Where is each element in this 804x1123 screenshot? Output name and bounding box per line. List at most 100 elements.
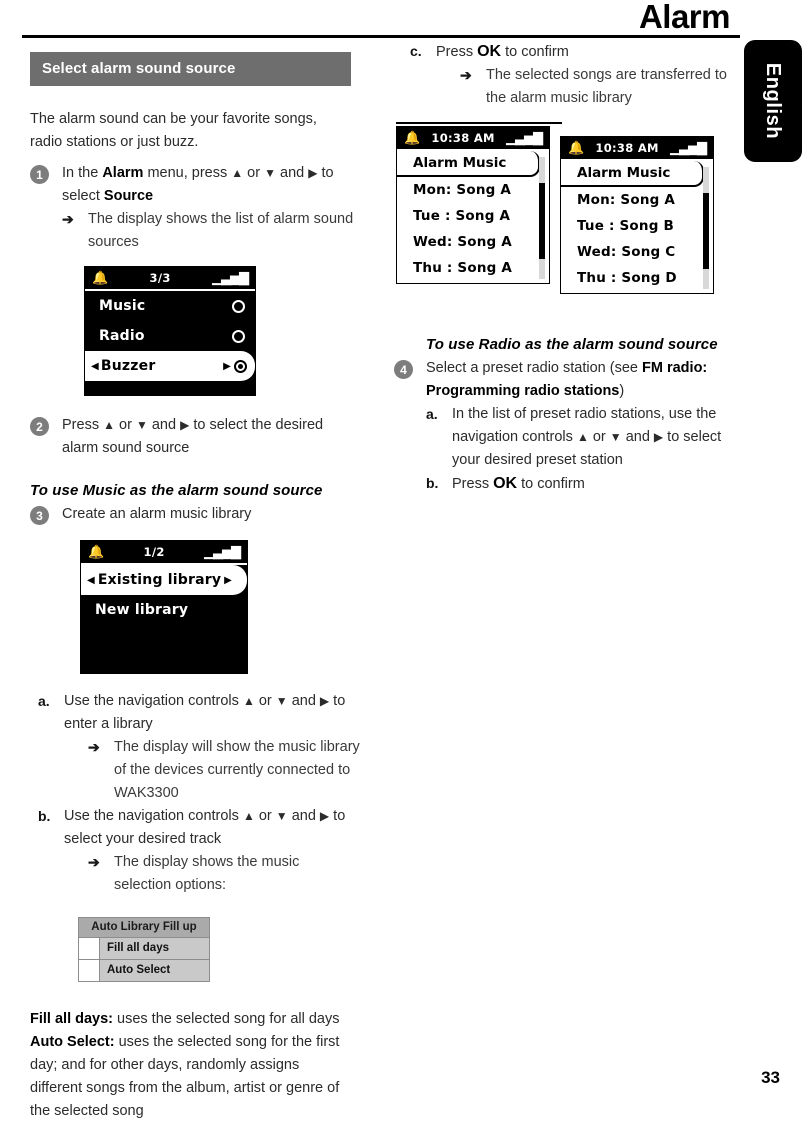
lcd-row[interactable]: Music	[85, 291, 255, 321]
up-arrow-icon: ▲	[242, 694, 255, 708]
music-subheading: To use Music as the alarm sound source	[30, 482, 323, 499]
radio-substep-a-text-c: and	[621, 429, 654, 445]
right-arrow-icon: ▶	[653, 430, 664, 444]
lcd-status-bar: 🔔 10:38 AM ▁▃▅▇	[561, 137, 713, 161]
radio-substep-a-text-b: or	[588, 429, 610, 445]
radio-substep-a: a. In the list of preset radio stations,…	[426, 403, 733, 472]
separator-rule	[396, 122, 562, 124]
lcd-body: ◀ Existing library ▶ New library	[81, 565, 247, 673]
term-auto-select: Auto Select:	[30, 1034, 115, 1050]
left-caret-icon: ◀	[87, 574, 95, 586]
intro-paragraph: The alarm sound can be your favorite son…	[30, 111, 317, 150]
step-3: 3 Create an alarm music library	[30, 503, 360, 526]
substep-a: a. Use the navigation controls ▲ or ▼ an…	[38, 690, 360, 805]
step-4-text-a: Select a preset radio station (see	[426, 360, 643, 376]
lcd-page-indicator: 3/3	[149, 271, 171, 285]
lcd-row[interactable]: Thu : Song A	[397, 255, 549, 281]
menu-gutter	[79, 960, 100, 981]
radio-substep-b: b. Press OK to confirm	[426, 472, 733, 496]
down-arrow-icon: ▼	[275, 694, 288, 708]
lcd-row-label: New library	[95, 602, 189, 618]
step-2: 2 Press ▲ or ▼ and ▶ to select the desir…	[30, 414, 360, 460]
substep-b-result: ➔ The display shows the music selection …	[88, 851, 360, 897]
lcd-row[interactable]: New library	[81, 595, 247, 625]
lcd-row[interactable]: Thu : Song D	[561, 265, 713, 291]
lcd-row[interactable]: Mon: Song A	[397, 177, 549, 203]
step-1-text: In the Alarm menu, press ▲ or ▼ and ▶ to…	[62, 162, 360, 208]
down-arrow-icon: ▼	[275, 809, 288, 823]
lcd-row[interactable]: Tue : Song A	[397, 203, 549, 229]
down-arrow-icon: ▼	[264, 166, 276, 180]
scrollbar-thumb[interactable]	[703, 193, 709, 269]
lcd-row-label: Radio	[99, 328, 145, 344]
substep-a-result: ➔ The display will show the music librar…	[88, 736, 360, 805]
substep-c-result-text: The selected songs are transferred to th…	[486, 67, 727, 106]
step-4-number: 4	[394, 360, 413, 379]
auto-library-item[interactable]: Fill all days	[79, 938, 209, 960]
step-4: 4 Select a preset radio station (see FM …	[394, 357, 733, 403]
header-divider	[22, 35, 740, 38]
result-arrow-icon: ➔	[88, 739, 100, 755]
lcd-library-list: 🔔 1/2 ▁▃▅▇ ◀ Existing library ▶ New libr…	[80, 540, 248, 674]
step-3-text: Create an alarm music library	[62, 506, 252, 522]
up-arrow-icon: ▲	[103, 418, 115, 432]
lcd-clock: 10:38 AM	[595, 141, 659, 155]
substep-b-result-text: The display shows the music selection op…	[114, 854, 300, 893]
step-1-result-text: The display shows the list of alarm soun…	[88, 211, 354, 250]
section-heading: Select alarm sound source	[30, 52, 351, 86]
down-arrow-icon: ▼	[135, 418, 148, 432]
substep-b-text-b: or	[254, 808, 276, 824]
result-arrow-icon: ➔	[62, 211, 74, 227]
up-arrow-icon: ▲	[242, 809, 255, 823]
scrollbar-thumb[interactable]	[539, 183, 545, 259]
up-arrow-icon: ▲	[576, 430, 589, 444]
step-1-bold-source: Source	[103, 188, 154, 204]
lcd-row-label: Music	[99, 298, 146, 314]
substep-b-letter: b.	[38, 808, 51, 824]
bell-icon: 🔔	[568, 140, 585, 156]
substep-c-text-b: to confirm	[501, 44, 569, 60]
language-tab-label: English	[762, 62, 785, 140]
step-1-result: ➔ The display shows the list of alarm so…	[62, 208, 360, 254]
lcd-alarm-music-1: 🔔 10:38 AM ▁▃▅▇ Alarm Music Mon: Song A …	[396, 126, 550, 284]
lcd-status-bar: 🔔 1/2 ▁▃▅▇	[81, 541, 247, 565]
menu-gutter	[79, 938, 100, 959]
lcd-blank-area	[81, 625, 247, 673]
radio-substep-b-letter: b.	[426, 475, 439, 491]
signal-icon: ▁▃▅▇	[203, 544, 241, 560]
step-1-text-c: or	[243, 165, 265, 181]
substep-b: b. Use the navigation controls ▲ or ▼ an…	[38, 805, 360, 897]
lcd-alarm-music-2: 🔔 10:38 AM ▁▃▅▇ Alarm Music Mon: Song A …	[560, 136, 714, 294]
lcd-row[interactable]: Mon: Song A	[561, 187, 713, 213]
term-fill-all-days: Fill all days:	[30, 1011, 113, 1027]
lcd-body: Music Radio ◀ Buzzer ▶	[85, 291, 255, 395]
step-1: 1 In the Alarm menu, press ▲ or ▼ and ▶ …	[30, 162, 360, 254]
step-1-number: 1	[30, 165, 49, 184]
substep-c-letter: c.	[410, 43, 422, 59]
right-caret-icon: ▶	[224, 574, 233, 586]
auto-library-item[interactable]: Auto Select	[79, 960, 209, 981]
lcd-clock: 10:38 AM	[431, 131, 495, 145]
lcd-pair: 🔔 10:38 AM ▁▃▅▇ Alarm Music Mon: Song A …	[396, 126, 733, 294]
substep-c-text-a: Press	[436, 44, 478, 60]
substep-a-text-a: Use the navigation controls	[64, 693, 243, 709]
result-arrow-icon: ➔	[460, 67, 472, 83]
down-arrow-icon: ▼	[609, 430, 622, 444]
signal-icon: ▁▃▅▇	[211, 270, 249, 286]
substep-b-text-a: Use the navigation controls	[64, 808, 243, 824]
up-arrow-icon: ▲	[231, 166, 244, 180]
lcd-status-bar: 🔔 3/3 ▁▃▅▇	[85, 267, 255, 291]
auto-library-item-label: Fill all days	[107, 942, 169, 954]
lcd-row-selected[interactable]: ◀ Existing library ▶	[81, 565, 247, 595]
lcd-row[interactable]: Radio	[85, 321, 255, 351]
lcd-row[interactable]: Wed: Song A	[397, 229, 549, 255]
lcd-row-selected[interactable]: ◀ Buzzer ▶	[85, 351, 255, 381]
right-caret-icon: ▶	[223, 360, 231, 372]
lcd-row[interactable]: Wed: Song C	[561, 239, 713, 265]
step-4-text-b: )	[619, 383, 625, 399]
step-2-text-a: Press	[62, 417, 104, 433]
lcd-row[interactable]: Tue : Song B	[561, 213, 713, 239]
auto-library-title: Auto Library Fill up	[79, 918, 209, 938]
left-caret-icon: ◀	[91, 360, 99, 372]
step-3-number: 3	[30, 506, 49, 525]
